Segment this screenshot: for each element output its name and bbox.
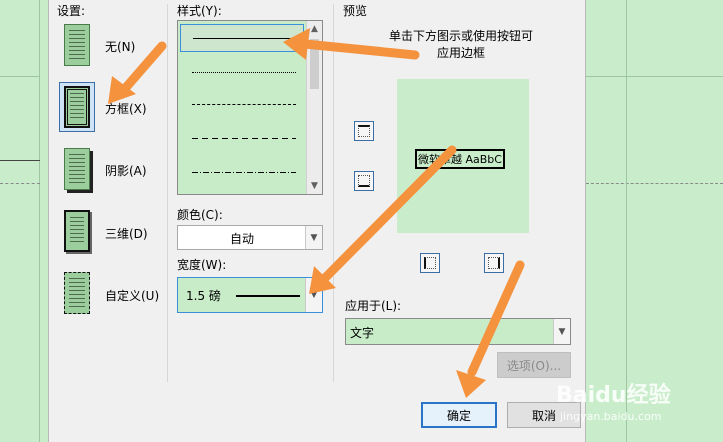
border-bottom-button[interactable] [354, 171, 374, 191]
setting-none-label[interactable]: 无(N) [105, 38, 135, 55]
watermark-url: jingyan.baidu.com [560, 410, 662, 423]
setting-box[interactable] [59, 82, 95, 132]
style-title: 样式(Y): [177, 4, 222, 18]
options-button[interactable]: 选项(O)... [497, 352, 571, 378]
border-bottom-icon [358, 175, 370, 187]
scroll-thumb[interactable] [310, 39, 319, 89]
color-title: 颜色(C): [177, 208, 223, 222]
setting-shadow-label[interactable]: 阴影(A) [105, 162, 147, 179]
border-right-button[interactable] [484, 253, 504, 273]
apply-to-value: 文字 [350, 326, 375, 340]
setting-custom-icon [64, 272, 90, 314]
borders-dialog: 设置: 无(N) 方框(X) 阴影(A) 三维(D) 自定义(U) 样式(Y): [48, 0, 586, 442]
border-top-button[interactable] [354, 121, 374, 141]
setting-box-label[interactable]: 方框(X) [105, 100, 147, 117]
setting-none[interactable] [59, 20, 95, 70]
style-listbox[interactable]: ▲ ▼ [177, 20, 323, 195]
chevron-down-icon[interactable]: ▼ [305, 278, 322, 312]
preview-hint-line2: 应用边框 [437, 46, 486, 60]
style-item-dash-dot[interactable] [180, 159, 304, 187]
color-value: 自动 [230, 232, 255, 246]
style-item-dotted[interactable] [180, 59, 304, 87]
separator-2 [333, 4, 334, 382]
style-item-dashed-small[interactable] [180, 91, 304, 119]
setting-custom-label[interactable]: 自定义(U) [105, 287, 159, 304]
setting-3d[interactable] [59, 206, 95, 256]
style-scrollbar[interactable]: ▲ ▼ [306, 21, 322, 194]
border-top-icon [358, 125, 370, 137]
settings-title: 设置: [57, 4, 86, 18]
setting-box-icon [64, 86, 90, 128]
preview-hint-line1: 单击下方图示或使用按钮可 [389, 29, 534, 43]
chevron-down-icon[interactable]: ▼ [305, 226, 322, 249]
border-left-icon [424, 257, 436, 269]
setting-custom[interactable] [59, 268, 95, 318]
ok-button[interactable]: 确定 [421, 402, 497, 428]
width-select[interactable]: 1.5 磅 ▼ [177, 277, 323, 313]
setting-3d-label[interactable]: 三维(D) [105, 225, 148, 242]
apply-to-title: 应用于(L): [345, 299, 402, 313]
style-item-dashed-large[interactable] [180, 125, 304, 153]
setting-none-icon [64, 24, 90, 66]
border-right-icon [488, 257, 500, 269]
separator-1 [167, 4, 168, 382]
width-title: 宽度(W): [177, 258, 227, 272]
watermark-logo: Baidu经验 [556, 383, 671, 408]
style-item-solid[interactable] [180, 24, 304, 52]
preview-canvas[interactable]: 微软卓越 AaBbC [397, 79, 529, 233]
scroll-down-icon[interactable]: ▼ [307, 178, 322, 194]
preview-title: 预览 [343, 4, 368, 18]
preview-sample-text: 微软卓越 AaBbC [415, 149, 505, 169]
document-right-margin [586, 0, 723, 442]
document-left-margin [0, 0, 40, 442]
setting-3d-icon [64, 210, 90, 252]
apply-to-select[interactable]: 文字 ▼ [345, 318, 571, 345]
setting-shadow[interactable] [59, 144, 95, 194]
width-value: 1.5 磅 [186, 289, 221, 303]
color-select[interactable]: 自动 ▼ [177, 225, 323, 250]
scroll-up-icon[interactable]: ▲ [307, 21, 322, 37]
chevron-down-icon[interactable]: ▼ [553, 319, 570, 344]
width-sample-line [236, 295, 300, 297]
border-left-button[interactable] [420, 253, 440, 273]
setting-shadow-icon [64, 148, 90, 190]
